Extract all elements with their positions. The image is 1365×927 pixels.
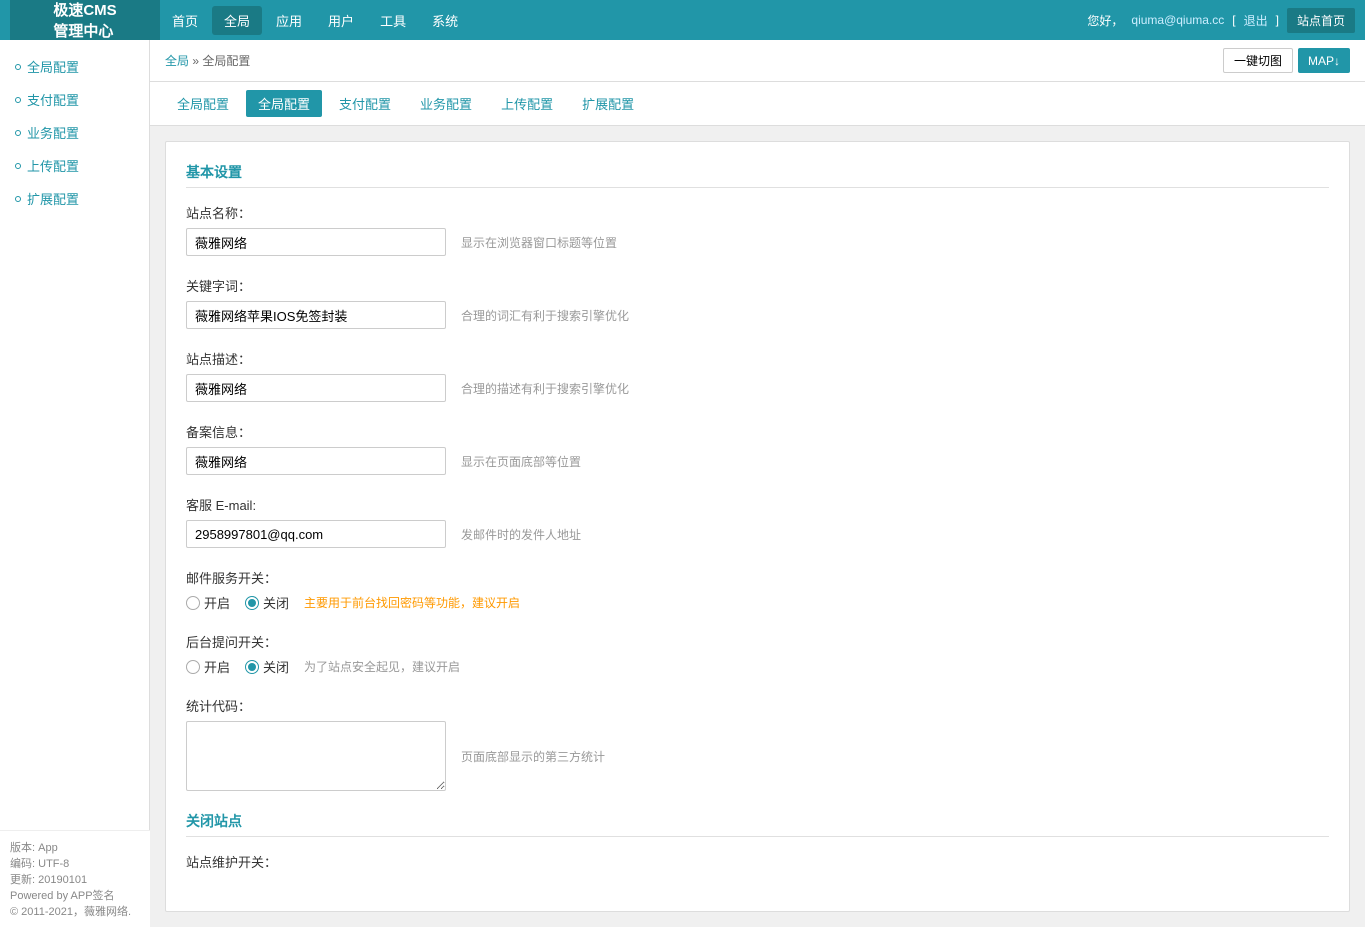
nav-global[interactable]: 全局 [212, 6, 262, 35]
row-icp: 显示在页面底部等位置 [186, 447, 1329, 475]
breadcrumb-actions: 一键切图 MAP↓ [1223, 48, 1350, 73]
row-description: 合理的描述有利于搜索引擎优化 [186, 374, 1329, 402]
form-group-maintenance: 站点维护开关： [186, 852, 1329, 871]
breadcrumb-root-link[interactable]: 全局 [165, 54, 189, 68]
subtab-global-config[interactable]: 全局配置 [246, 90, 322, 117]
radio-backend-on[interactable]: 开启 [186, 657, 230, 676]
label-backend-tip: 后台提问开关： [186, 632, 1329, 651]
switch-button[interactable]: 一键切图 [1223, 48, 1293, 73]
close-site-title: 关闭站点 [186, 811, 1329, 837]
subtab-global-config-link[interactable]: 全局配置 [165, 90, 241, 117]
hint-backend-tip: 为了站点安全起见，建议开启 [304, 658, 460, 675]
input-stats-code[interactable] [186, 721, 446, 791]
row-mail-service: 开启 关闭 主要用于前台找回密码等功能，建议开启 [186, 593, 1329, 612]
logout-link[interactable]: 退出 [1244, 12, 1268, 29]
form-box: 基本设置 站点名称： 显示在浏览器窗口标题等位置 关键字词： 合理的词汇有利于搜… [165, 141, 1350, 912]
nav-tools[interactable]: 工具 [368, 6, 418, 35]
subtab-extension[interactable]: 扩展配置 [570, 90, 646, 117]
hint-email: 发邮件时的发件人地址 [461, 526, 581, 543]
site-home-button[interactable]: 站点首页 [1287, 8, 1355, 33]
label-email: 客服 E-mail: [186, 495, 1329, 514]
row-stats: 页面底部显示的第三方统计 [186, 721, 1329, 791]
input-icp[interactable] [186, 447, 446, 475]
sidebar-item-global[interactable]: 全局配置 [0, 50, 149, 83]
label-maintenance: 站点维护开关： [186, 852, 1329, 871]
form-group-email: 客服 E-mail: 发邮件时的发件人地址 [186, 495, 1329, 548]
radio-mail-off[interactable]: 关闭 [245, 593, 289, 612]
sidebar-dot-extension [15, 196, 21, 202]
nav-home[interactable]: 首页 [160, 6, 210, 35]
subtab-business[interactable]: 业务配置 [408, 90, 484, 117]
input-email[interactable] [186, 520, 446, 548]
nav-system[interactable]: 系统 [420, 6, 470, 35]
top-right-area: 您好， qiuma@qiuma.cc [ 退出 ] 站点首页 [1087, 8, 1355, 33]
form-group-icp: 备案信息： 显示在页面底部等位置 [186, 422, 1329, 475]
basic-settings-title: 基本设置 [186, 162, 1329, 188]
row-email: 发邮件时的发件人地址 [186, 520, 1329, 548]
sidebar-dot-global [15, 64, 21, 70]
row-site-name: 显示在浏览器窗口标题等位置 [186, 228, 1329, 256]
label-keywords: 关键字词： [186, 276, 1329, 295]
breadcrumb-bar: 全局 » 全局配置 一键切图 MAP↓ [150, 40, 1365, 82]
sidebar-item-upload[interactable]: 上传配置 [0, 149, 149, 182]
radio-circle-mail-off [245, 596, 259, 610]
input-keywords[interactable] [186, 301, 446, 329]
sidebar-item-extension[interactable]: 扩展配置 [0, 182, 149, 215]
main-content: 全局 » 全局配置 一键切图 MAP↓ 全局配置 全局配置 支付配置 业务配置 … [150, 40, 1365, 927]
map-button[interactable]: MAP↓ [1298, 48, 1350, 73]
sidebar-item-business[interactable]: 业务配置 [0, 116, 149, 149]
form-group-backend-tip: 后台提问开关： 开启 关闭 为了站点安全起见，建议 [186, 632, 1329, 676]
sub-tabs-bar: 全局配置 全局配置 支付配置 业务配置 上传配置 扩展配置 [150, 82, 1365, 126]
radio-backend-off[interactable]: 关闭 [245, 657, 289, 676]
form-group-site-name: 站点名称： 显示在浏览器窗口标题等位置 [186, 203, 1329, 256]
label-site-name: 站点名称： [186, 203, 1329, 222]
sidebar: 全局配置 支付配置 业务配置 上传配置 扩展配置 版本: App 编码: UTF… [0, 40, 150, 927]
content-area: 基本设置 站点名称： 显示在浏览器窗口标题等位置 关键字词： 合理的词汇有利于搜… [150, 126, 1365, 927]
label-description: 站点描述： [186, 349, 1329, 368]
sidebar-dot-business [15, 130, 21, 136]
sidebar-dot-payment [15, 97, 21, 103]
input-site-name[interactable] [186, 228, 446, 256]
form-group-description: 站点描述： 合理的描述有利于搜索引擎优化 [186, 349, 1329, 402]
label-stats: 统计代码： [186, 696, 1329, 715]
hint-stats: 页面底部显示的第三方统计 [461, 748, 605, 765]
hint-site-name: 显示在浏览器窗口标题等位置 [461, 234, 617, 251]
subtab-upload[interactable]: 上传配置 [489, 90, 565, 117]
label-icp: 备案信息： [186, 422, 1329, 441]
input-description[interactable] [186, 374, 446, 402]
sidebar-dot-upload [15, 163, 21, 169]
row-keywords: 合理的词汇有利于搜索引擎优化 [186, 301, 1329, 329]
site-logo: 极速CMS 管理中心 [10, 0, 160, 40]
hint-mail-service: 主要用于前台找回密码等功能，建议开启 [304, 594, 520, 611]
nav-user[interactable]: 用户 [316, 6, 366, 35]
radio-mail-on[interactable]: 开启 [186, 593, 230, 612]
radio-group-backend: 开启 关闭 [186, 657, 289, 676]
greeting-text: 您好， [1087, 12, 1123, 29]
form-group-mail-service: 邮件服务开关： 开启 关闭 主要用于前台找回密码等 [186, 568, 1329, 612]
hint-icp: 显示在页面底部等位置 [461, 453, 581, 470]
breadcrumb-text: 全局 » 全局配置 [165, 52, 250, 69]
hint-keywords: 合理的词汇有利于搜索引擎优化 [461, 307, 629, 324]
sidebar-footer: 版本: App 编码: UTF-8 更新: 20190101 Powered b… [0, 830, 150, 927]
radio-circle-backend-off [245, 660, 259, 674]
subtab-payment[interactable]: 支付配置 [327, 90, 403, 117]
form-group-keywords: 关键字词： 合理的词汇有利于搜索引擎优化 [186, 276, 1329, 329]
row-backend-tip: 开启 关闭 为了站点安全起见，建议开启 [186, 657, 1329, 676]
top-nav-links: 首页 全局 应用 用户 工具 系统 [160, 6, 1087, 35]
radio-circle-backend-on [186, 660, 200, 674]
radio-circle-mail-on [186, 596, 200, 610]
label-mail-service: 邮件服务开关： [186, 568, 1329, 587]
radio-group-mail: 开启 关闭 [186, 593, 289, 612]
form-group-stats: 统计代码： 页面底部显示的第三方统计 [186, 696, 1329, 791]
nav-app[interactable]: 应用 [264, 6, 314, 35]
sidebar-item-payment[interactable]: 支付配置 [0, 83, 149, 116]
hint-description: 合理的描述有利于搜索引擎优化 [461, 380, 629, 397]
username-link[interactable]: qiuma@qiuma.cc [1131, 13, 1224, 27]
